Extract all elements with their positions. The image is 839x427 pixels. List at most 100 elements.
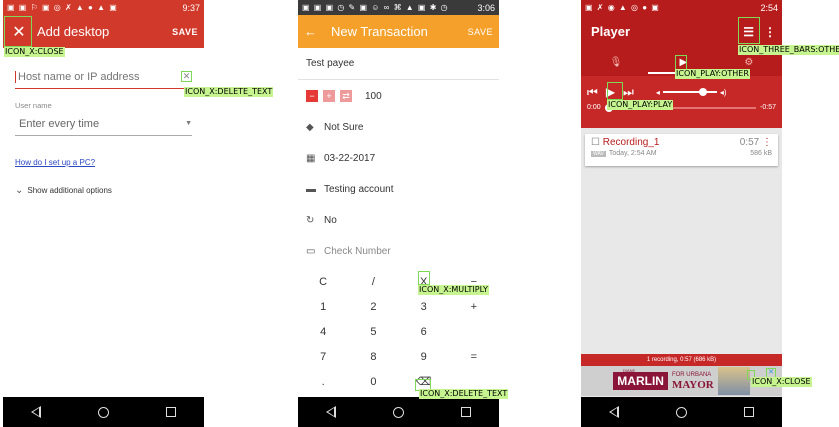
transfer-icon[interactable]: ⇄ xyxy=(340,90,352,102)
key-2[interactable]: 2 xyxy=(348,295,398,320)
key-clear[interactable]: C xyxy=(298,270,348,295)
check-icon: ▭ xyxy=(306,246,316,257)
mic-icon[interactable]: 🎙 xyxy=(610,57,623,68)
status-icons: ▣ ✗ ◉ ▲ ◎ ● ▣ xyxy=(585,3,660,12)
username-select[interactable]: Enter every time ▼ xyxy=(15,112,192,136)
nav-bar xyxy=(298,397,499,427)
host-field[interactable]: ✕ xyxy=(15,65,192,89)
checkbox[interactable]: ☐ xyxy=(591,137,600,148)
skip-next-icon[interactable]: ⏭ xyxy=(623,85,634,100)
desktop-form: PC name ✕ User name Enter every time ▼ H… xyxy=(3,50,204,196)
app-bar: ← New Transaction SAVE xyxy=(298,15,499,48)
dropdown-arrow-icon: ▼ xyxy=(185,120,192,127)
annotation-label: ICON_PLAY:OTHER xyxy=(675,69,750,79)
status-bar: ▣ ▣ ▣ ◷ ✎ ▣ ☺ ∞ ⌘ ▲ ▣ ✱ ◷ 3:06 xyxy=(298,0,499,15)
save-button[interactable]: SAVE xyxy=(172,27,198,37)
account-row[interactable]: ▬ Testing account xyxy=(298,174,499,205)
settings-gear-icon[interactable]: ⚙ xyxy=(744,57,753,68)
recents-icon[interactable] xyxy=(460,407,471,417)
ad-photo xyxy=(717,367,750,395)
volume-knob[interactable] xyxy=(698,88,707,96)
key-1[interactable]: 1 xyxy=(298,295,348,320)
key-3[interactable]: 3 xyxy=(399,295,449,320)
screenshot-stage: ▣ ▣ ⚐ ▣ ◎ ✗ ▲ ● ▲ ▣ 9:37 ✕ Add desktop S… xyxy=(0,0,839,427)
back-arrow-icon[interactable]: ← xyxy=(304,24,317,39)
key-blank-1 xyxy=(449,320,499,345)
recents-icon[interactable] xyxy=(165,407,176,417)
page-title: Player xyxy=(591,24,631,39)
status-icons: ▣ ▣ ⚐ ▣ ◎ ✗ ▲ ● ▲ ▣ xyxy=(7,3,118,12)
key-equals[interactable]: = xyxy=(449,345,499,370)
tag-icon: ◆ xyxy=(306,122,314,133)
date-row[interactable]: ▦ 03-22-2017 xyxy=(298,143,499,174)
repeat-row[interactable]: ↻ No xyxy=(298,205,499,236)
key-plus[interactable]: + xyxy=(449,295,499,320)
page-title: New Transaction xyxy=(331,24,428,39)
key-9[interactable]: 9 xyxy=(399,345,449,370)
remaining-time: -0:57 xyxy=(760,104,776,111)
text-caret xyxy=(15,70,16,83)
nav-bar xyxy=(581,397,782,427)
back-icon[interactable] xyxy=(609,406,620,418)
minus-icon[interactable]: − xyxy=(306,90,318,102)
annotation-label: ICON_X:CLOSE xyxy=(4,47,65,57)
recording-name: Recording_1 xyxy=(602,137,660,148)
list-item[interactable]: ☐ Recording_1 0:57 ⋮ WAV Today, 2:54 AM 5… xyxy=(585,134,778,166)
category-row[interactable]: ◆ Not Sure xyxy=(298,112,499,143)
check-number-input[interactable]: Check Number xyxy=(324,246,391,257)
check-number-row[interactable]: ▭ Check Number xyxy=(298,236,499,267)
more-options-icon[interactable]: ⋮ xyxy=(764,25,776,39)
repeat-value: No xyxy=(324,215,337,226)
back-icon[interactable] xyxy=(326,406,337,418)
key-divide[interactable]: / xyxy=(348,270,398,295)
skip-previous-icon[interactable]: ⏮ xyxy=(587,85,598,100)
recording-summary: 1 recording, 0:57 (686 kB) xyxy=(581,354,782,366)
date-value: 03-22-2017 xyxy=(324,153,376,164)
format-badge: WAV xyxy=(591,151,606,157)
home-icon[interactable] xyxy=(392,406,404,418)
volume-slider[interactable] xyxy=(662,88,717,96)
home-icon[interactable] xyxy=(97,406,109,418)
help-link[interactable]: How do I set up a PC? xyxy=(15,158,192,167)
nav-bar xyxy=(3,397,204,427)
save-button[interactable]: SAVE xyxy=(468,27,493,37)
annotation-label: ICON_X:MULTIPLY xyxy=(418,285,489,295)
key-4[interactable]: 4 xyxy=(298,320,348,345)
recents-icon[interactable] xyxy=(743,407,754,417)
key-8[interactable]: 8 xyxy=(348,345,398,370)
app-bar: ✕ Add desktop SAVE xyxy=(3,15,204,48)
key-7[interactable]: 7 xyxy=(298,345,348,370)
back-icon[interactable] xyxy=(31,406,42,418)
recording-duration: 0:57 xyxy=(739,137,760,148)
status-time: 9:37 xyxy=(182,2,200,13)
status-time: 2:54 xyxy=(760,2,778,13)
ad-sub: FOR URBANA xyxy=(671,371,712,378)
item-menu-icon[interactable]: ⋮ xyxy=(762,137,772,148)
more-options-toggle[interactable]: ⌄ Show additional options xyxy=(15,185,192,196)
plus-icon[interactable]: + xyxy=(323,90,335,102)
amount-row: − + ⇄ 100 xyxy=(298,80,499,112)
recording-date: Today, 2:54 AM xyxy=(608,150,657,157)
host-input[interactable] xyxy=(18,70,181,83)
key-decimal[interactable]: . xyxy=(298,370,348,395)
status-icons: ▣ ▣ ▣ ◷ ✎ ▣ ☺ ∞ ⌘ ▲ ▣ ✱ ◷ xyxy=(302,3,449,12)
account-value: Testing account xyxy=(324,184,394,195)
annotation-box xyxy=(4,16,32,47)
volume-high-icon: ◂) xyxy=(719,87,727,97)
home-icon[interactable] xyxy=(675,406,687,418)
status-bar: ▣ ▣ ⚐ ▣ ◎ ✗ ▲ ● ▲ ▣ 9:37 xyxy=(3,0,204,15)
volume-control[interactable]: ◂ ◂) xyxy=(656,88,727,97)
key-6[interactable]: 6 xyxy=(399,320,449,345)
key-0[interactable]: 0 xyxy=(348,370,398,395)
transaction-form: Test payee − + ⇄ 100 ◆ Not Sure ▦ 03-22-… xyxy=(298,48,499,267)
annotation-box xyxy=(738,17,760,44)
status-bar: ▣ ✗ ◉ ▲ ◎ ● ▣ 2:54 xyxy=(581,0,782,15)
annotation-box xyxy=(607,82,623,100)
annotation-label: ICON_THREE_BARS:OTHER xyxy=(738,45,839,55)
key-5[interactable]: 5 xyxy=(348,320,398,345)
delete-text-icon[interactable]: ✕ xyxy=(181,71,192,82)
category-value: Not Sure xyxy=(324,122,364,133)
page-title: Add desktop xyxy=(37,24,110,39)
amount-input[interactable]: 100 xyxy=(365,91,382,102)
payee-field[interactable]: Test payee xyxy=(298,48,499,80)
